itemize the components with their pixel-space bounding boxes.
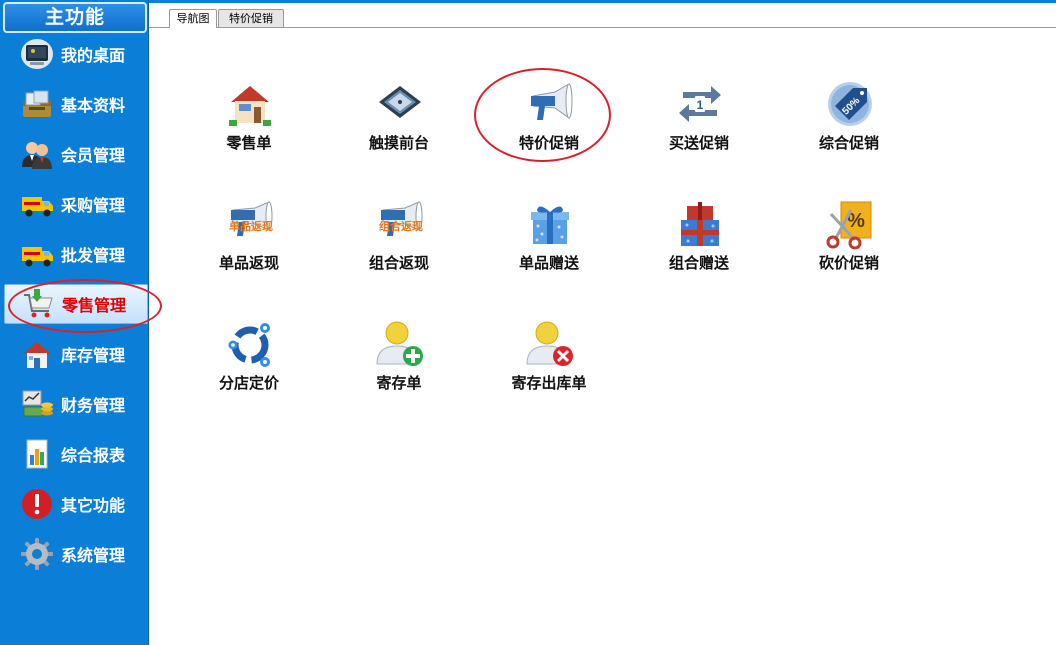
branch-gears-icon [228, 323, 270, 367]
delivery-truck-icon [22, 247, 53, 267]
sidebar-item-finance-management[interactable]: 财务管理 [0, 382, 148, 426]
sidebar-item-label: 系统管理 [61, 546, 126, 565]
tile-combined-promotion[interactable]: 50% 综合促销 [789, 80, 909, 180]
sidebar-item-label: 财务管理 [61, 396, 126, 415]
tile-label: 特价促销 [518, 134, 579, 152]
tile-label: 组合赠送 [668, 254, 729, 272]
tile-retail-order[interactable]: 零售单 [189, 80, 309, 180]
megaphone-overlay-icon: 单品返现 [229, 201, 273, 236]
sidebar-item-other-functions[interactable]: 其它功能 [0, 482, 148, 526]
svg-text:1: 1 [697, 98, 704, 112]
shopping-cart-icon [24, 289, 53, 318]
tab-bar: 导航图 特价促销 [149, 3, 1056, 28]
house-icon [23, 342, 51, 368]
tile-label: 分店定价 [218, 374, 279, 392]
tile-label: 买送促销 [668, 134, 729, 152]
sidebar-title: 主功能 [3, 2, 147, 33]
megaphone-icon [531, 83, 573, 120]
tile-label: 单品返现 [218, 254, 279, 272]
repeat-one-icon: 1 [679, 86, 721, 122]
tile-branch-pricing[interactable]: 分店定价 [189, 320, 309, 420]
briefcase-documents-icon [23, 90, 51, 117]
tile-label: 组合返现 [368, 254, 429, 272]
tile-deposit-outbound-order[interactable]: 寄存出库单 [489, 320, 609, 420]
tile-touch-frontdesk[interactable]: 触摸前台 [339, 80, 459, 180]
tile-label: 寄存单 [376, 374, 422, 392]
gear-icon [21, 538, 53, 570]
desktop-monitor-icon [21, 39, 53, 69]
discount-tag-icon: 50% [828, 82, 872, 126]
user-add-icon [376, 321, 423, 366]
tile-single-cashback[interactable]: 单品返现 单品返现 [189, 200, 309, 300]
tile-label: 单品赠送 [518, 254, 579, 272]
tile-label: 综合促销 [818, 134, 879, 152]
sidebar-item-label: 采购管理 [61, 196, 126, 215]
sidebar-item-system-management[interactable]: 系统管理 [0, 532, 148, 576]
tile-deposit-order[interactable]: 寄存单 [339, 320, 459, 420]
tile-label: 砍价促销 [818, 254, 879, 272]
touch-device-icon [379, 86, 421, 118]
sidebar-item-label: 批发管理 [61, 246, 126, 265]
sidebar-item-inventory-management[interactable]: 库存管理 [0, 332, 148, 376]
sidebar-item-label: 我的桌面 [61, 46, 126, 65]
users-icon [22, 142, 52, 169]
tile-label: 触摸前台 [368, 134, 429, 152]
scissors-percent-icon: % [826, 201, 872, 250]
delivery-truck-icon [22, 197, 53, 217]
tile-label: 零售单 [226, 134, 272, 152]
tile-buy-gift-promotion[interactable]: 1 买送促销 [639, 80, 759, 180]
sidebar-item-basic-data[interactable]: 基本资料 [0, 82, 148, 126]
gift-box-icon [531, 206, 569, 244]
bar-chart-icon [26, 439, 48, 469]
sidebar-item-my-desktop[interactable]: 我的桌面 [0, 32, 148, 76]
sidebar-item-label: 会员管理 [61, 146, 126, 165]
tab-navigation-map[interactable]: 导航图 [169, 9, 217, 28]
sidebar-item-label: 综合报表 [61, 446, 126, 465]
sidebar-item-label: 库存管理 [61, 346, 126, 365]
overlay-text: 组合返现 [379, 219, 423, 233]
sidebar-item-label: 零售管理 [62, 296, 127, 315]
sidebar-item-label: 基本资料 [61, 96, 126, 115]
sidebar: 主功能 我的桌面 基本资料 会员管理 采购管理 批发管理 零售管理 库存管理 财… [0, 0, 149, 645]
overlay-text: 单品返现 [229, 219, 273, 233]
sidebar-item-label: 其它功能 [61, 496, 126, 515]
tile-label: 寄存出库单 [511, 374, 587, 392]
tile-combo-cashback[interactable]: 组合返现 组合返现 [339, 200, 459, 300]
gift-stack-icon [681, 202, 719, 246]
sidebar-item-reports[interactable]: 综合报表 [0, 432, 148, 476]
sidebar-item-wholesale-management[interactable]: 批发管理 [0, 232, 148, 276]
tile-single-gift[interactable]: 单品赠送 [489, 200, 609, 300]
megaphone-overlay-icon: 组合返现 [379, 201, 423, 236]
user-remove-icon [526, 321, 573, 366]
tile-special-price-promotion[interactable]: 特价促销 [489, 80, 609, 180]
sidebar-item-purchase-management[interactable]: 采购管理 [0, 182, 148, 226]
tile-bargain-promotion[interactable]: % 砍价促销 [789, 200, 909, 300]
store-house-icon [229, 86, 271, 126]
tab-special-price-promotion[interactable]: 特价促销 [218, 9, 284, 27]
tile-combo-gift[interactable]: 组合赠送 [639, 200, 759, 300]
sidebar-item-retail-management[interactable]: 零售管理 [4, 284, 148, 324]
money-icon [22, 390, 53, 417]
exclamation-icon [22, 489, 52, 519]
sidebar-item-member-management[interactable]: 会员管理 [0, 132, 148, 176]
